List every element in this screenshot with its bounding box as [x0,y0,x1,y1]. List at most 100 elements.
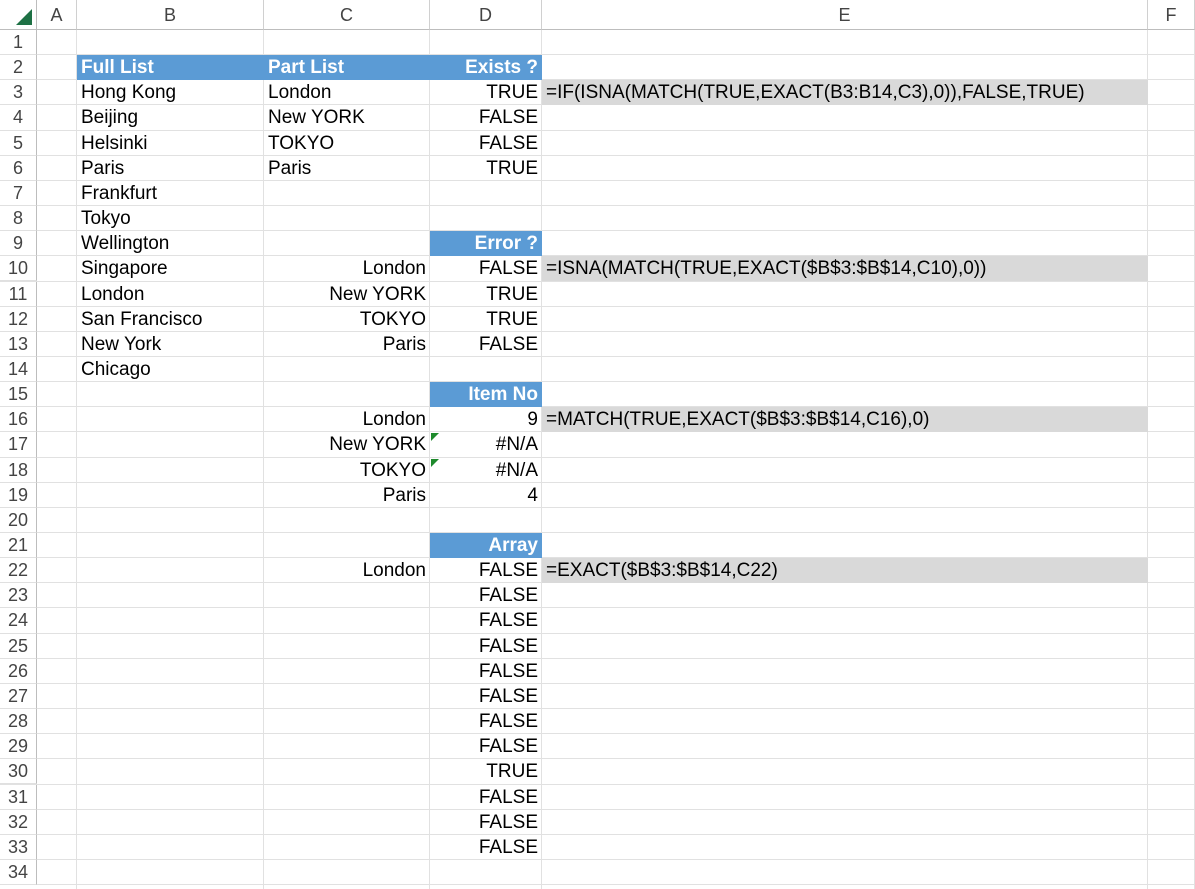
part-list-cell[interactable]: Paris [264,156,430,181]
row-header-11[interactable]: 11 [0,281,37,307]
part-list-cell[interactable]: London [264,80,430,105]
row-header-5[interactable]: 5 [0,130,37,156]
row-header-26[interactable]: 26 [0,658,37,684]
error-lookup-cell[interactable]: New YORK [264,282,430,307]
row-header-13[interactable]: 13 [0,331,37,357]
row-header-1[interactable]: 1 [0,30,37,56]
array-result-cell[interactable]: FALSE [430,785,542,810]
row-header-10[interactable]: 10 [0,256,37,282]
array-result-cell[interactable]: FALSE [430,709,542,734]
row-header-31[interactable]: 31 [0,784,37,810]
full-list-cell[interactable]: Singapore [77,256,264,281]
select-all-button[interactable] [0,0,37,30]
row-header-8[interactable]: 8 [0,206,37,232]
full-list-cell[interactable]: Beijing [77,105,264,130]
row-header-16[interactable]: 16 [0,407,37,433]
exists-result-cell[interactable]: TRUE [430,80,542,105]
array-result-cell[interactable]: FALSE [430,810,542,835]
row-header-14[interactable]: 14 [0,356,37,383]
header-part-list[interactable]: Part List [264,55,430,81]
exists-formula-text[interactable]: =IF(ISNA(MATCH(TRUE,EXACT(B3:B14,C3),0))… [542,80,1148,106]
row-header-27[interactable]: 27 [0,683,37,710]
column-header-e[interactable]: E [542,0,1148,30]
error-result-cell[interactable]: TRUE [430,307,542,332]
row-header-24[interactable]: 24 [0,608,37,634]
item-result-cell[interactable]: #N/A [430,458,542,483]
array-result-cell[interactable]: FALSE [430,835,542,860]
array-result-cell[interactable]: TRUE [430,759,542,784]
row-header-30[interactable]: 30 [0,759,37,785]
row-header-28[interactable]: 28 [0,709,37,735]
error-formula-text[interactable]: =ISNA(MATCH(TRUE,EXACT($B$3:$B$14,C10),0… [542,256,1148,282]
row-header-20[interactable]: 20 [0,507,37,533]
column-header-c[interactable]: C [264,0,430,30]
item-result-cell[interactable]: 4 [430,483,542,508]
full-list-cell[interactable]: New York [77,332,264,357]
item-lookup-cell[interactable]: London [264,407,430,432]
exists-result-cell[interactable]: FALSE [430,131,542,156]
array-formula-text[interactable]: =EXACT($B$3:$B$14,C22) [542,558,1148,584]
row-header-9[interactable]: 9 [0,231,37,257]
row-header-6[interactable]: 6 [0,155,37,181]
header-array[interactable]: Array [430,533,542,559]
header-error[interactable]: Error ? [430,231,542,257]
row-header-18[interactable]: 18 [0,457,37,483]
row-header-29[interactable]: 29 [0,734,37,760]
part-list-cell[interactable]: TOKYO [264,131,430,156]
full-list-cell[interactable]: San Francisco [77,307,264,332]
error-result-cell[interactable]: FALSE [430,256,542,281]
row-header-23[interactable]: 23 [0,583,37,609]
array-result-cell[interactable]: FALSE [430,608,542,633]
error-result-cell[interactable]: FALSE [430,332,542,357]
error-indicator-icon[interactable] [431,458,439,467]
column-header-a[interactable]: A [37,0,77,30]
column-header-f[interactable]: F [1148,0,1195,30]
item-lookup-cell[interactable]: New YORK [264,432,430,457]
column-header-b[interactable]: B [77,0,264,30]
error-lookup-cell[interactable]: Paris [264,332,430,357]
item-lookup-cell[interactable]: TOKYO [264,458,430,483]
row-header-17[interactable]: 17 [0,432,37,458]
array-result-cell[interactable]: FALSE [430,558,542,583]
row-header-15[interactable]: 15 [0,382,37,408]
full-list-cell[interactable]: Chicago [77,357,264,382]
full-list-cell[interactable]: Hong Kong [77,80,264,105]
error-indicator-icon[interactable] [431,433,439,442]
exists-result-cell[interactable]: TRUE [430,156,542,181]
full-list-cell[interactable]: Helsinki [77,131,264,156]
header-exists[interactable]: Exists ? [430,55,542,81]
item-formula-text[interactable]: =MATCH(TRUE,EXACT($B$3:$B$14,C16),0) [542,407,1148,433]
error-lookup-cell[interactable]: London [264,256,430,281]
row-header-34[interactable]: 34 [0,859,37,886]
error-lookup-cell[interactable]: TOKYO [264,307,430,332]
row-header-3[interactable]: 3 [0,80,37,106]
row-header-22[interactable]: 22 [0,558,37,584]
item-result-cell[interactable]: 9 [430,407,542,432]
row-header-4[interactable]: 4 [0,105,37,131]
row-header-21[interactable]: 21 [0,533,37,559]
array-result-cell[interactable]: FALSE [430,634,542,659]
full-list-cell[interactable]: Frankfurt [77,181,264,206]
row-header-33[interactable]: 33 [0,834,37,860]
row-header-32[interactable]: 32 [0,809,37,835]
part-list-cell[interactable]: New YORK [264,105,430,130]
row-header-25[interactable]: 25 [0,633,37,659]
array-result-cell[interactable]: FALSE [430,583,542,608]
exists-result-cell[interactable]: FALSE [430,105,542,130]
row-header-19[interactable]: 19 [0,482,37,508]
error-result-cell[interactable]: TRUE [430,282,542,307]
full-list-cell[interactable]: Wellington [77,231,264,256]
array-lookup-cell[interactable]: London [264,558,430,583]
item-lookup-cell[interactable]: Paris [264,483,430,508]
column-header-d[interactable]: D [430,0,542,30]
item-result-cell[interactable]: #N/A [430,432,542,457]
array-result-cell[interactable]: FALSE [430,734,542,759]
row-header-12[interactable]: 12 [0,306,37,332]
row-header-2[interactable]: 2 [0,55,37,81]
full-list-cell[interactable]: Paris [77,156,264,181]
header-item-no[interactable]: Item No [430,382,542,408]
header-full-list[interactable]: Full List [77,55,264,81]
full-list-cell[interactable]: London [77,282,264,307]
array-result-cell[interactable]: FALSE [430,684,542,709]
row-header-7[interactable]: 7 [0,180,37,207]
